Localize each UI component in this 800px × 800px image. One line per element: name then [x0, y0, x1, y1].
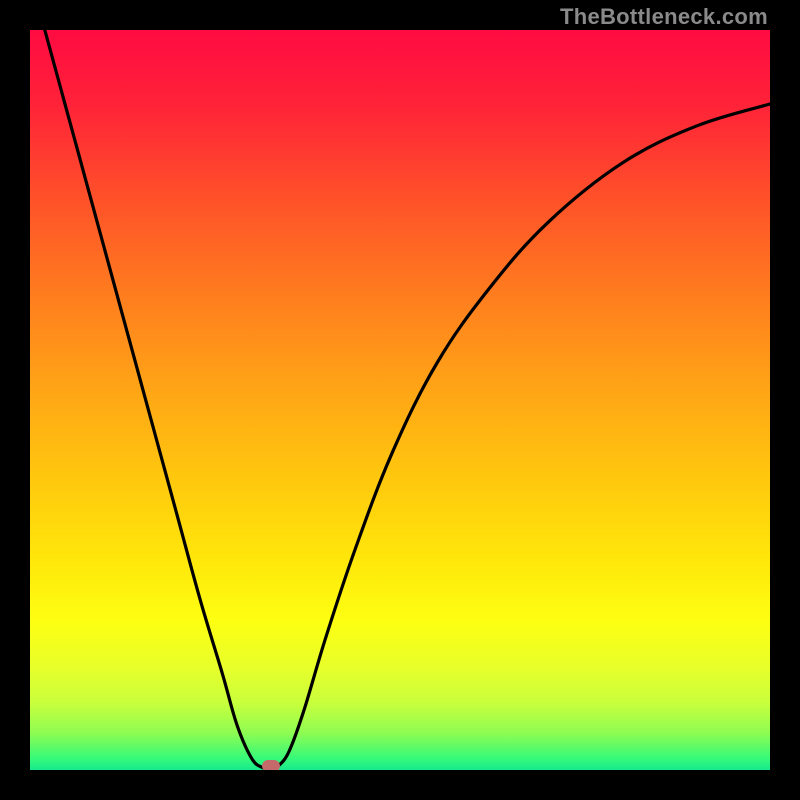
- plot-area: [30, 30, 770, 770]
- chart-svg: [30, 30, 770, 770]
- chart-frame: TheBottleneck.com: [0, 0, 800, 800]
- watermark-text: TheBottleneck.com: [560, 4, 768, 30]
- optimum-marker: [262, 760, 280, 770]
